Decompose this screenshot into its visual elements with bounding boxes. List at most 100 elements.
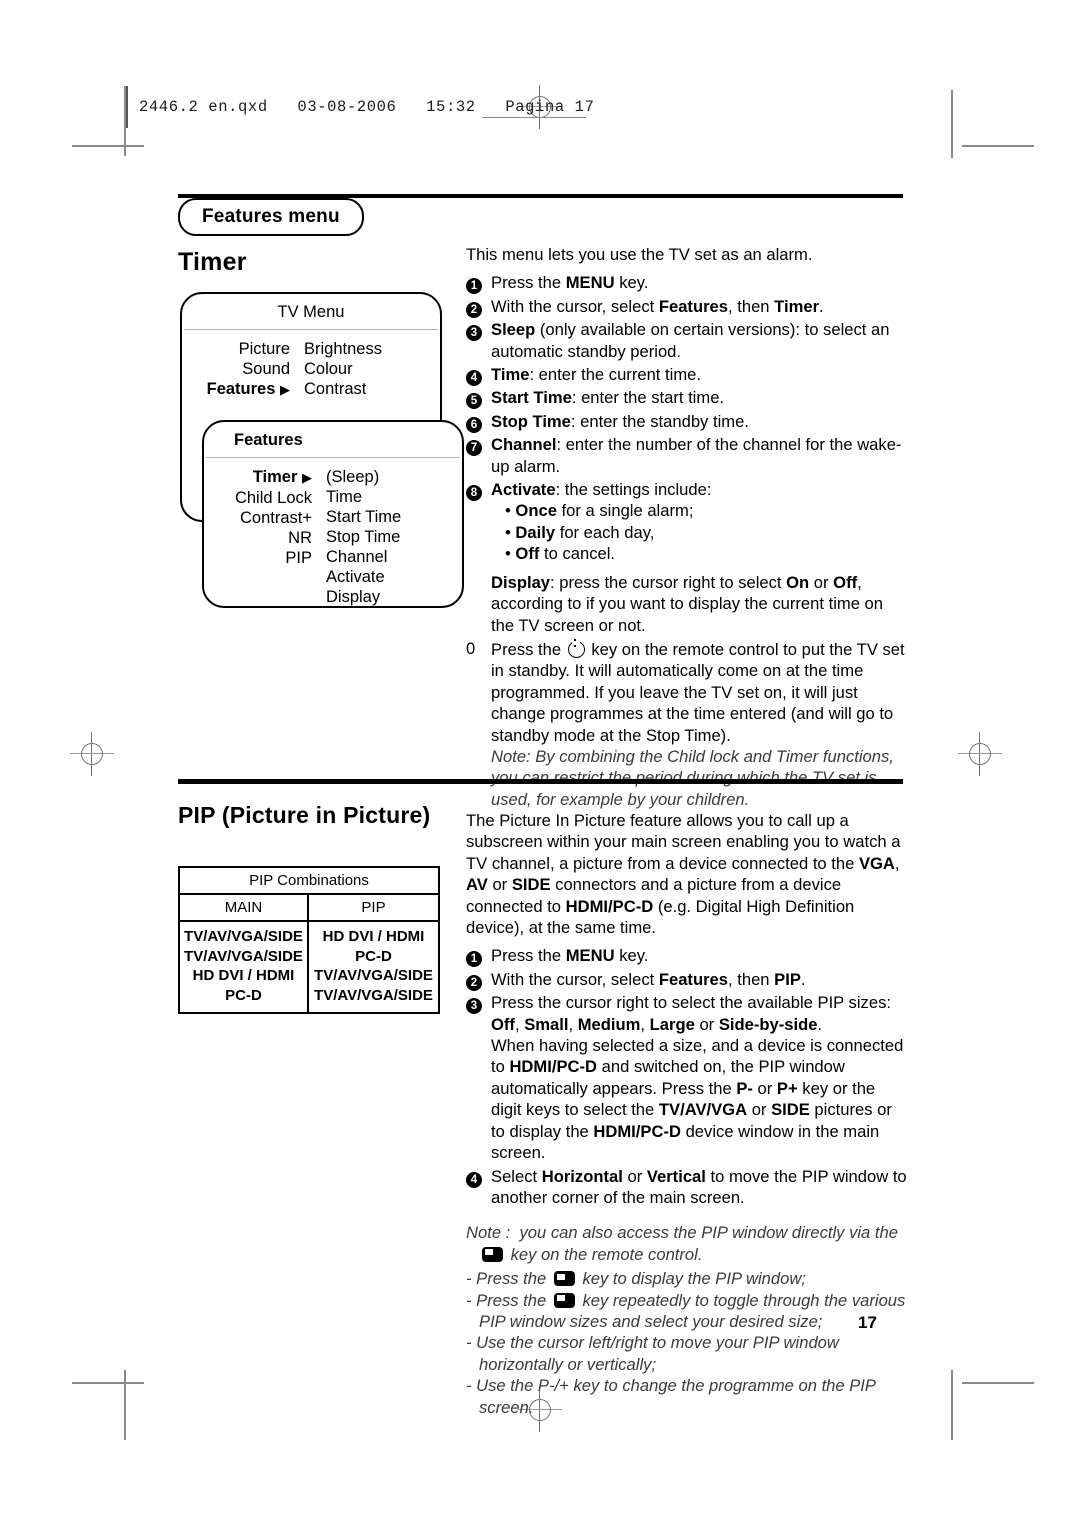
section-badge-label: Features menu <box>202 206 340 227</box>
list-item-text: Channel: enter the number of the channel… <box>491 435 902 476</box>
step-number-badge: 7 <box>466 440 482 457</box>
table-cell: PC-D <box>225 986 262 1004</box>
pip-key-icon <box>553 1292 575 1308</box>
list-item-marker: 7 <box>466 434 491 477</box>
features-menu-item-display[interactable]: Display <box>326 587 462 607</box>
step-number-badge: 3 <box>466 325 482 342</box>
pip-heading: PIP (Picture in Picture) <box>178 802 431 828</box>
list-item-marker: 4 <box>466 1166 491 1209</box>
step-number-badge: 6 <box>466 416 482 433</box>
features-menu-left-column: Timer ▶ Child Lock Contrast+ NR PIP <box>204 467 326 607</box>
list-item: 1 Press the MENU key. <box>466 945 908 968</box>
right-arrow-icon: ▶ <box>302 470 312 485</box>
pip-table-pip-column: HD DVI / HDMI PC-D TV/AV/VGA/SIDE TV/AV/… <box>309 922 438 1012</box>
list-item-text: Press the MENU key. <box>491 946 649 966</box>
list-item: 2 With the cursor, select Features, then … <box>466 969 908 991</box>
list-item-text: Press the key on the remote control to p… <box>491 639 905 809</box>
list-item: 1 Press the MENU key. <box>466 272 906 295</box>
features-menu-item-timer[interactable]: Timer ▶ <box>204 467 312 488</box>
list-item: 7 Channel: enter the number of the channe… <box>466 434 906 477</box>
table-cell: PC-D <box>355 947 392 965</box>
pip-table-header-main: MAIN <box>180 895 309 920</box>
step-number-badge: 2 <box>466 301 482 318</box>
timer-steps-list: 1 Press the MENU key. 2 With the cursor, se… <box>466 272 906 810</box>
pip-table-caption: PIP Combinations <box>180 868 438 895</box>
features-menu-item-pip[interactable]: PIP <box>204 548 312 568</box>
right-arrow-icon: ▶ <box>280 382 290 397</box>
list-item-marker: 2 <box>466 296 491 318</box>
list-item-marker: 5 <box>466 387 491 410</box>
table-cell: TV/AV/VGA/SIDE <box>184 947 303 965</box>
list-item-marker: 1 <box>466 272 491 295</box>
features-menu-item-sleep[interactable]: (Sleep) <box>326 467 462 487</box>
tv-menu-item-contrast[interactable]: Contrast <box>304 379 440 399</box>
step-number: 0 <box>466 638 476 658</box>
tv-menu-item-features[interactable]: Features ▶ <box>182 379 290 400</box>
list-item-marker: 3 <box>466 992 491 1163</box>
list-item-marker: 2 <box>466 969 491 991</box>
features-menu-item-channel[interactable]: Channel <box>326 547 462 567</box>
pip-table-header-pip: PIP <box>361 899 386 916</box>
list-item-text: Sleep (only available on certain version… <box>491 320 890 361</box>
timer-intro: This menu lets you use the TV set as an … <box>466 245 813 264</box>
features-menu-item-time[interactable]: Time <box>326 487 462 507</box>
list-item-marker: 1 <box>466 945 491 968</box>
features-menu-box: Features Timer ▶ Child Lock Contrast+ NR… <box>202 420 464 608</box>
list-item-text: Activate: the settings include: • Once fo… <box>491 480 884 635</box>
features-menu-item-contrast-plus[interactable]: Contrast+ <box>204 508 312 528</box>
list-item-marker: 4 <box>466 364 491 387</box>
list-item: 0 Press the key on the remote control to … <box>466 638 906 810</box>
list-item-marker: 0 <box>466 638 491 810</box>
tv-menu-item-sound[interactable]: Sound <box>182 359 290 379</box>
features-menu-item-nr[interactable]: NR <box>204 528 312 548</box>
section-badge: Features menu <box>178 198 364 236</box>
list-item-marker: 8 <box>466 479 491 636</box>
pip-text-column: The Picture In Picture feature allows yo… <box>466 810 908 1418</box>
timer-text-column: This menu lets you use the TV set as an … <box>466 244 906 812</box>
tv-menu-diagram: TV Menu Picture Sound Features ▶ Brightn… <box>180 292 480 612</box>
list-item-text: With the cursor, select Features, then T… <box>491 296 824 316</box>
tv-menu-item-colour[interactable]: Colour <box>304 359 440 379</box>
tv-menu-right-column: Brightness Colour Contrast <box>304 339 440 400</box>
list-item-text: Press the MENU key. <box>491 273 649 293</box>
document-page: Features menu Timer TV Menu Picture Soun… <box>0 0 1080 1528</box>
step-number-badge: 1 <box>466 278 482 295</box>
list-item: 5 Start Time: enter the start time. <box>466 387 906 410</box>
pip-table-body: TV/AV/VGA/SIDE TV/AV/VGA/SIDE HD DVI / H… <box>180 922 438 1012</box>
tv-menu-item-brightness[interactable]: Brightness <box>304 339 440 359</box>
pip-key-icon <box>482 1246 503 1262</box>
list-item-marker: 6 <box>466 411 491 433</box>
features-menu-item-start-time[interactable]: Start Time <box>326 507 462 527</box>
timer-heading: Timer <box>178 248 247 276</box>
pip-table-main-column: TV/AV/VGA/SIDE TV/AV/VGA/SIDE HD DVI / H… <box>180 922 309 1012</box>
pip-key-icon <box>553 1271 575 1287</box>
page-number: 17 <box>858 1313 877 1332</box>
step-number-badge: 4 <box>466 1171 482 1188</box>
section-rule-middle <box>178 779 903 784</box>
list-item-text: Stop Time: enter the standby time. <box>491 411 749 431</box>
step-number-badge: 2 <box>466 974 482 991</box>
tv-menu-title: TV Menu <box>277 303 345 321</box>
features-menu-item-child-lock[interactable]: Child Lock <box>204 488 312 508</box>
tv-menu-columns: Picture Sound Features ▶ Brightness Colo… <box>182 330 440 400</box>
list-item-text: Time: enter the current time. <box>491 365 701 385</box>
features-menu-item-activate[interactable]: Activate <box>326 567 462 587</box>
table-cell: HD DVI / HDMI <box>192 967 295 984</box>
list-item: 3 Sleep (only available on certain versio… <box>466 319 906 362</box>
pip-note: Note : you can also access the PIP windo… <box>466 1223 906 1417</box>
list-item-marker: 3 <box>466 319 491 362</box>
table-cell: TV/AV/VGA/SIDE <box>184 928 303 945</box>
list-item: 4 Select Horizontal or Vertical to move t… <box>466 1166 908 1209</box>
features-menu-columns: Timer ▶ Child Lock Contrast+ NR PIP (Sle… <box>204 458 462 607</box>
list-item: 4 Time: enter the current time. <box>466 364 906 387</box>
table-cell: TV/AV/VGA/SIDE <box>314 986 433 1004</box>
table-cell: HD DVI / HDMI <box>322 928 425 945</box>
list-item: 8 Activate: the settings include: • Once f… <box>466 479 906 636</box>
features-menu-item-stop-time[interactable]: Stop Time <box>326 527 462 547</box>
pip-table-header-row: MAIN PIP <box>180 895 438 922</box>
tv-menu-item-picture[interactable]: Picture <box>182 339 290 359</box>
list-item: 2 With the cursor, select Features, then … <box>466 296 906 318</box>
list-item: 3 Press the cursor right to select the av… <box>466 992 908 1163</box>
list-item: 6 Stop Time: enter the standby time. <box>466 411 906 433</box>
pip-steps-list: 1 Press the MENU key. 2 With the cursor, se… <box>466 945 908 1208</box>
